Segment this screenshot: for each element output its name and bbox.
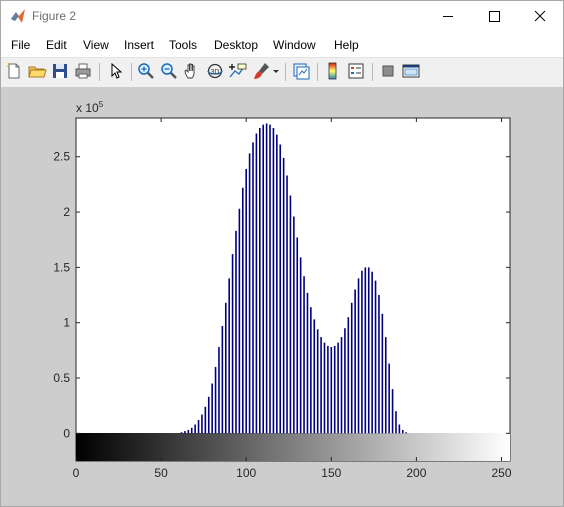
window-title: Figure 2 (32, 9, 77, 23)
zoom-out-icon[interactable] (159, 61, 179, 81)
rotate-3d-icon[interactable]: 3D (205, 61, 225, 81)
toolbar-separator (317, 63, 318, 81)
open-file-icon[interactable] (27, 61, 47, 81)
menu-file[interactable]: File (11, 38, 30, 52)
y-exponent-label: x 105 (76, 100, 104, 115)
toolbar-separator (372, 63, 373, 81)
y-tick-label: 0 (63, 426, 70, 440)
histogram-chart: 0 0.5 1 1.5 2 2.5 0 50 100 150 200 250 x 105 (53, 100, 512, 480)
y-tick-label: 2 (63, 205, 70, 219)
save-icon[interactable] (50, 61, 70, 81)
y-tick-label: 1.5 (53, 260, 70, 274)
legend-icon[interactable] (346, 61, 366, 81)
figure-toolbar: 3D (1, 57, 563, 88)
x-tick-label: 50 (154, 466, 168, 480)
minimize-button[interactable] (425, 1, 471, 32)
x-tick-label: 250 (491, 466, 511, 480)
title-bar[interactable]: Figure 2 (1, 1, 563, 32)
matlab-icon (10, 8, 26, 24)
show-plot-tools-icon[interactable] (401, 61, 421, 81)
maximize-button[interactable] (471, 1, 517, 32)
new-figure-icon[interactable] (4, 61, 24, 81)
x-tick-label: 150 (321, 466, 341, 480)
toolbar-separator (99, 63, 100, 81)
x-tick-label: 0 (73, 466, 80, 480)
menu-edit[interactable]: Edit (46, 38, 67, 52)
print-icon[interactable] (73, 61, 93, 81)
menu-view[interactable]: View (83, 38, 109, 52)
figure-window: Figure 2 File Edit View Insert Tools Des… (0, 0, 564, 507)
y-tick-label: 2.5 (53, 150, 70, 164)
menu-desktop[interactable]: Desktop (214, 38, 258, 52)
hide-plot-tools-icon[interactable] (378, 61, 398, 81)
y-tick-label: 1 (63, 316, 70, 330)
menu-help[interactable]: Help (334, 38, 359, 52)
brush-dropdown-icon[interactable] (271, 61, 281, 81)
axes-box[interactable] (75, 117, 511, 462)
toolbar-separator (285, 63, 286, 81)
zoom-in-icon[interactable] (136, 61, 156, 81)
link-plot-icon[interactable] (291, 61, 311, 81)
pan-icon[interactable] (182, 61, 202, 81)
grayscale-colorbar (76, 433, 510, 461)
close-button[interactable] (517, 1, 563, 32)
colorbar-icon[interactable] (323, 61, 343, 81)
pointer-icon[interactable] (105, 61, 125, 81)
data-cursor-icon[interactable] (228, 61, 248, 81)
svg-text:3D: 3D (211, 69, 220, 76)
x-tick-label: 100 (236, 466, 256, 480)
menu-window[interactable]: Window (273, 38, 316, 52)
menu-tools[interactable]: Tools (169, 38, 197, 52)
x-tick-label: 200 (406, 466, 426, 480)
menu-insert[interactable]: Insert (124, 38, 154, 52)
figure-canvas: 0 0.5 1 1.5 2 2.5 0 50 100 150 200 250 x 105 (1, 87, 563, 506)
menu-bar: File Edit View Insert Tools Desktop Wind… (1, 32, 563, 81)
brush-icon[interactable] (251, 61, 271, 81)
toolbar-separator (131, 63, 132, 81)
y-tick-label: 0.5 (53, 371, 70, 385)
